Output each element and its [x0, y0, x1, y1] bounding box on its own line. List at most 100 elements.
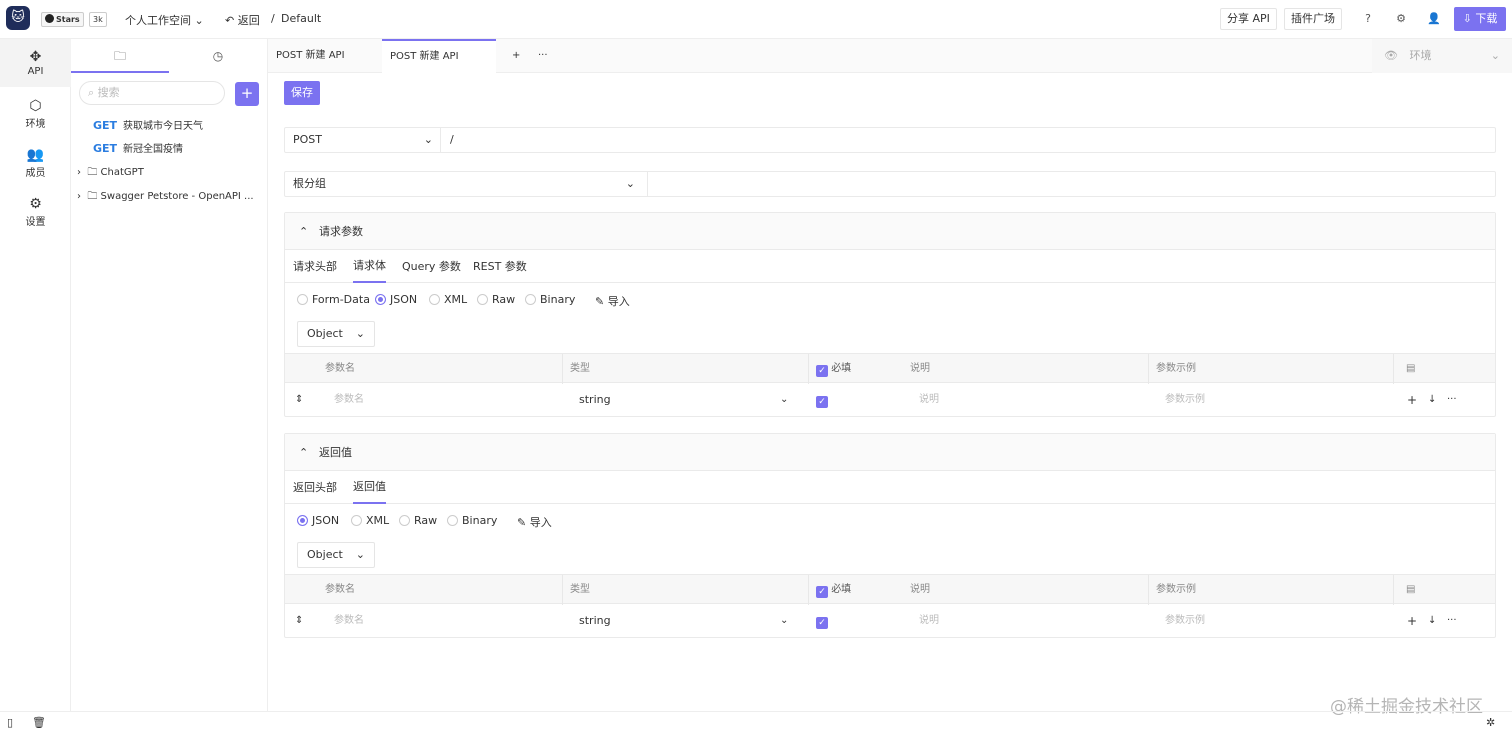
method-badge: GET — [93, 119, 118, 132]
import-button[interactable]: ✎ 导入 — [517, 514, 552, 530]
tab-rest-params[interactable]: REST 参数 — [473, 250, 527, 283]
radio-xml[interactable]: XML — [351, 514, 389, 527]
help-icon[interactable]: ? — [1360, 11, 1376, 27]
tree-folder-label: ChatGPT — [100, 167, 144, 178]
radio-xml[interactable]: XML — [429, 293, 467, 306]
tab-response-body[interactable]: 返回值 — [353, 471, 386, 504]
editor-tab[interactable]: POST 新建 API — [268, 39, 381, 73]
trash-icon[interactable]: 🗑 — [32, 716, 46, 729]
tree-item[interactable]: GET 新冠全国疫情 — [71, 138, 267, 160]
root-type-select[interactable]: Object ⌄ — [297, 321, 375, 347]
rail-item-api[interactable]: ✥ API — [0, 39, 71, 87]
copy-icon[interactable]: ▤ — [1406, 575, 1415, 605]
environment-select[interactable]: 👁 环境 ⌄ — [1372, 39, 1512, 73]
user-icon[interactable]: 👤 — [1426, 11, 1442, 27]
required-checkbox[interactable]: ✓ — [816, 384, 828, 416]
checkbox-checked-icon: ✓ — [816, 586, 828, 598]
col-type: 类型 — [570, 584, 590, 595]
tab-query-params[interactable]: Query 参数 — [402, 250, 461, 283]
gear-icon[interactable]: ⚙ — [1393, 11, 1409, 27]
bug-icon[interactable]: ✲ — [1486, 716, 1495, 729]
tree-item[interactable]: GET 获取城市今日天气 — [71, 115, 267, 137]
rail-label: 设置 — [25, 217, 46, 228]
copy-icon[interactable]: ▤ — [1406, 354, 1415, 384]
param-example-input[interactable]: 参数示例 — [1165, 605, 1205, 637]
root-type-select[interactable]: Object ⌄ — [297, 542, 375, 568]
arrow-down-icon[interactable]: ↓ — [1428, 605, 1436, 637]
param-type-select[interactable]: string — [579, 384, 611, 416]
radio-label: XML — [366, 514, 390, 527]
rail-item-settings[interactable]: ⚙ 设置 — [0, 187, 71, 233]
workspace-selector[interactable]: 个人工作空间 ⌄ — [125, 12, 204, 28]
sidebar-toggle-icon[interactable]: ▯ — [7, 716, 13, 729]
radio-binary[interactable]: Binary — [447, 514, 497, 527]
add-api-button[interactable]: + — [235, 82, 259, 106]
add-tab-button[interactable]: + — [504, 39, 520, 73]
more-icon[interactable]: ··· — [1447, 605, 1457, 637]
environment-placeholder: 环境 — [1409, 49, 1432, 62]
chevron-down-icon: ⌄ — [780, 615, 789, 626]
import-button[interactable]: ✎ 导入 — [595, 293, 630, 309]
github-stars-button[interactable]: Stars — [41, 12, 84, 27]
more-tabs-button[interactable]: ··· — [530, 39, 548, 73]
tab-request-body[interactable]: 请求体 — [353, 250, 386, 283]
search-placeholder: 搜索 — [97, 86, 120, 99]
app-logo[interactable]: 🐱 — [6, 6, 30, 30]
add-row-icon[interactable]: + — [1407, 384, 1417, 416]
radio-raw[interactable]: Raw — [399, 514, 437, 527]
download-button[interactable]: ⇩ 下载 — [1454, 7, 1506, 31]
members-icon: 👥 — [26, 147, 45, 163]
arrow-down-icon[interactable]: ↓ — [1428, 384, 1436, 416]
rail-item-environment[interactable]: ⬡ 环境 — [0, 89, 71, 135]
radio-label: Binary — [462, 514, 498, 527]
eye-icon: 👁 — [1384, 49, 1398, 62]
more-icon[interactable]: ··· — [1447, 384, 1457, 416]
param-name-input[interactable]: 参数名 — [334, 384, 364, 416]
tab-request-headers[interactable]: 请求头部 — [293, 250, 337, 283]
request-section-header[interactable]: ⌃ 请求参数 — [285, 213, 1495, 250]
plugin-market-button[interactable]: 插件广场 — [1284, 8, 1342, 30]
param-name-input[interactable]: 参数名 — [334, 605, 364, 637]
share-api-button[interactable]: 分享 API — [1220, 8, 1277, 30]
back-button[interactable]: ↶ 返回 — [225, 12, 260, 28]
param-type-select[interactable]: string — [579, 605, 611, 637]
tab-history[interactable]: ◷ — [169, 39, 267, 73]
param-desc-input[interactable]: 说明 — [919, 384, 939, 416]
save-button[interactable]: 保存 — [284, 81, 320, 105]
param-example-input[interactable]: 参数示例 — [1165, 384, 1205, 416]
method-select[interactable]: POST ⌄ — [293, 128, 441, 152]
tab-folders[interactable]: 🗀 — [71, 39, 169, 73]
drag-handle-icon[interactable]: ⇕ — [295, 384, 303, 416]
rail-item-members[interactable]: 👥 成员 — [0, 138, 71, 184]
group-select[interactable]: 根分组 ⌄ — [293, 172, 643, 196]
name-input[interactable] — [655, 172, 1485, 196]
method-badge: GET — [93, 142, 118, 155]
checkbox-checked-icon: ✓ — [816, 365, 828, 377]
tree-folder[interactable]: › 🗀 ChatGPT — [71, 162, 267, 184]
radio-form-data[interactable]: Form-Data — [297, 293, 370, 306]
drag-handle-icon[interactable]: ⇕ — [295, 605, 303, 637]
tab-response-headers[interactable]: 返回头部 — [293, 471, 337, 504]
tree-folder[interactable]: › 🗀 Swagger Petstore - OpenAPI ... — [71, 186, 267, 208]
col-desc: 说明 — [910, 363, 930, 374]
request-subtabs: 请求头部 请求体 Query 参数 REST 参数 — [285, 250, 1495, 283]
required-checkbox[interactable]: ✓ — [816, 605, 828, 637]
rail-label: 成员 — [25, 168, 46, 179]
add-row-icon[interactable]: + — [1407, 605, 1417, 637]
checkbox-checked-icon: ✓ — [816, 396, 828, 408]
col-required[interactable]: ✓ 必填 — [816, 575, 851, 605]
radio-json[interactable]: JSON — [375, 293, 417, 306]
response-section-header[interactable]: ⌃ 返回值 — [285, 434, 1495, 471]
param-desc-input[interactable]: 说明 — [919, 605, 939, 637]
divider — [562, 575, 563, 605]
search-input[interactable]: ⌕ 搜索 — [79, 81, 225, 105]
path-input[interactable]: / — [450, 128, 1480, 152]
radio-json[interactable]: JSON — [297, 514, 339, 527]
editor-tab-active[interactable]: POST 新建 API — [382, 39, 496, 73]
folder-icon: 🗀 — [87, 191, 98, 202]
table-row: ⇕ 参数名 string ⌄ ✓ 说明 参数示例 + ↓ ··· — [285, 605, 1495, 637]
col-required[interactable]: ✓ 必填 — [816, 354, 851, 384]
radio-binary[interactable]: Binary — [525, 293, 575, 306]
col-example: 参数示例 — [1156, 363, 1196, 374]
radio-raw[interactable]: Raw — [477, 293, 515, 306]
